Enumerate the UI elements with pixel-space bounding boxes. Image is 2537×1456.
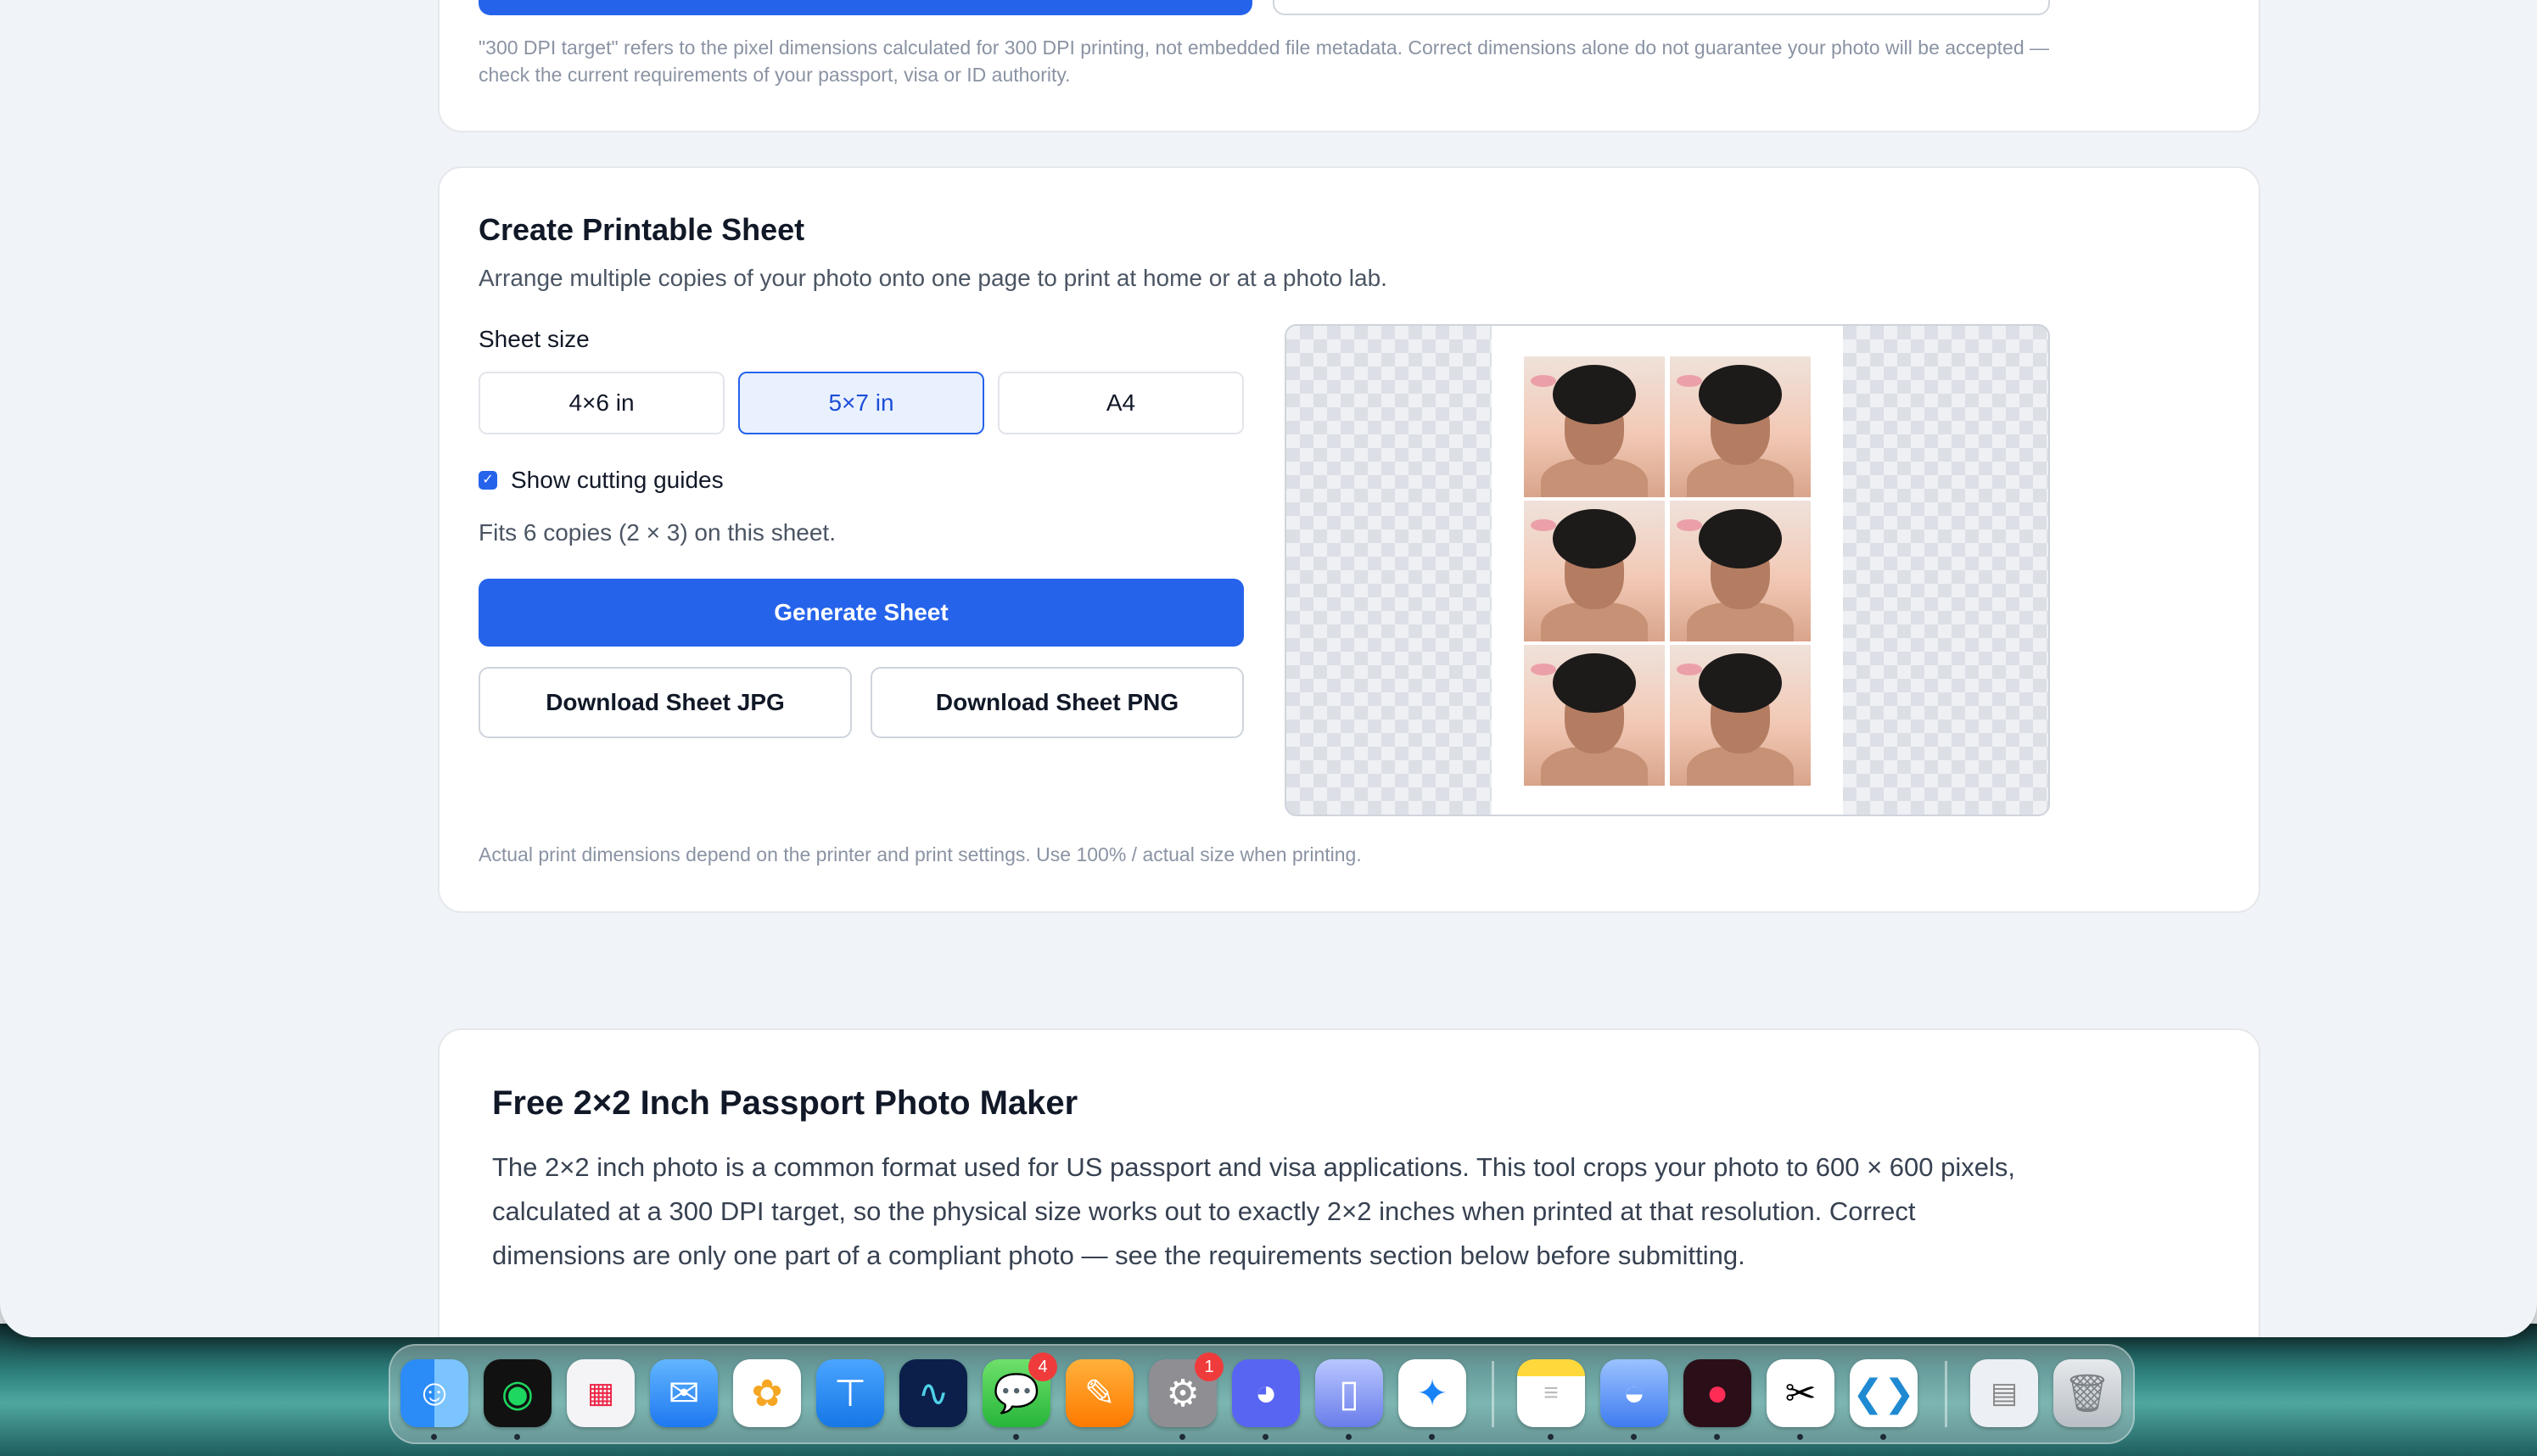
photo-copy	[1670, 645, 1811, 786]
sheet-size-4x6[interactable]: 4×6 in	[479, 372, 725, 434]
download-photo-button[interactable]	[479, 0, 1252, 15]
downloads-stack-icon[interactable]: ▤	[1970, 1359, 2038, 1427]
sheet-size-5x7[interactable]: 5×7 in	[738, 372, 984, 434]
running-indicator	[1179, 1434, 1185, 1440]
secondary-download-button[interactable]	[1273, 0, 2050, 15]
photo-copy	[1524, 645, 1665, 786]
photo-copy	[1524, 501, 1665, 641]
safari-icon[interactable]: ✦	[1398, 1359, 1466, 1427]
disk-utility-icon[interactable]: ◒	[1600, 1359, 1668, 1427]
running-indicator	[1013, 1434, 1019, 1440]
sheet-page	[1492, 326, 1843, 815]
running-indicator	[1797, 1434, 1803, 1440]
notes-icon[interactable]: ≡	[1517, 1359, 1585, 1427]
sheet-card-subtitle: Arrange multiple copies of your photo on…	[479, 265, 1387, 291]
photo-copy	[1670, 501, 1811, 641]
capcut-icon[interactable]: ✂	[1767, 1359, 1834, 1427]
photos-icon[interactable]: ✿	[733, 1359, 801, 1427]
simulator-icon[interactable]: ▯	[1315, 1359, 1383, 1427]
sheet-card-title: Create Printable Sheet	[479, 212, 805, 247]
copies-fit-text: Fits 6 copies (2 × 3) on this sheet.	[479, 519, 836, 546]
print-footnote: Actual print dimensions depend on the pr…	[479, 843, 1362, 865]
generate-sheet-button[interactable]: Generate Sheet	[479, 579, 1244, 647]
settings-badge: 1	[1195, 1352, 1224, 1381]
sheet-preview	[1285, 324, 2050, 816]
running-indicator	[1263, 1434, 1268, 1440]
running-indicator	[1880, 1434, 1886, 1440]
running-indicator	[1548, 1434, 1554, 1440]
mail-icon[interactable]: ✉	[650, 1359, 718, 1427]
download-sheet-png-button[interactable]: Download Sheet PNG	[871, 667, 1244, 738]
trash-icon[interactable]: 🗑	[2053, 1359, 2121, 1427]
messages-badge: 4	[1028, 1352, 1057, 1381]
messages-icon[interactable]: 💬 4	[983, 1352, 1057, 1427]
launchpad-icon[interactable]: ▦	[567, 1359, 635, 1427]
running-indicator	[431, 1434, 437, 1440]
info-card-paragraph: The 2×2 inch photo is a common format us…	[492, 1152, 2015, 1270]
running-indicator	[1631, 1434, 1637, 1440]
discord-icon[interactable]: ◕	[1232, 1359, 1300, 1427]
cutting-guides-option[interactable]: ✓ Show cutting guides	[479, 465, 724, 496]
cutting-guides-label: Show cutting guides	[511, 467, 724, 493]
running-indicator	[1346, 1434, 1352, 1440]
vscode-icon[interactable]: ❮❯	[1850, 1359, 1918, 1427]
dock-separator	[1945, 1361, 1947, 1427]
keynote-icon[interactable]: ⊤	[816, 1359, 884, 1427]
sheet-size-label: Sheet size	[479, 326, 590, 352]
spotify-icon[interactable]: ◉	[484, 1359, 552, 1427]
screen-recorder-icon[interactable]: ●	[1683, 1359, 1751, 1427]
system-settings-icon[interactable]: ⚙ 1	[1149, 1352, 1224, 1427]
dpi-note: "300 DPI target" refers to the pixel dim…	[479, 36, 2050, 86]
dock-separator	[1492, 1361, 1494, 1427]
photo-copy	[1524, 356, 1665, 497]
freeform-icon[interactable]: ∿	[899, 1359, 967, 1427]
pages-icon[interactable]: ✎	[1066, 1359, 1134, 1427]
sheet-size-a4[interactable]: A4	[998, 372, 1244, 434]
photo-copy	[1670, 356, 1811, 497]
finder-icon[interactable]: ☺	[400, 1359, 468, 1427]
running-indicator	[1429, 1434, 1435, 1440]
download-sheet-jpg-button[interactable]: Download Sheet JPG	[479, 667, 852, 738]
cutting-guides-checkbox[interactable]: ✓	[479, 471, 497, 490]
running-indicator	[1714, 1434, 1720, 1440]
info-card-title: Free 2×2 Inch Passport Photo Maker	[492, 1084, 1078, 1122]
running-indicator	[514, 1434, 520, 1440]
browser-window: "300 DPI target" refers to the pixel dim…	[0, 0, 2537, 1337]
